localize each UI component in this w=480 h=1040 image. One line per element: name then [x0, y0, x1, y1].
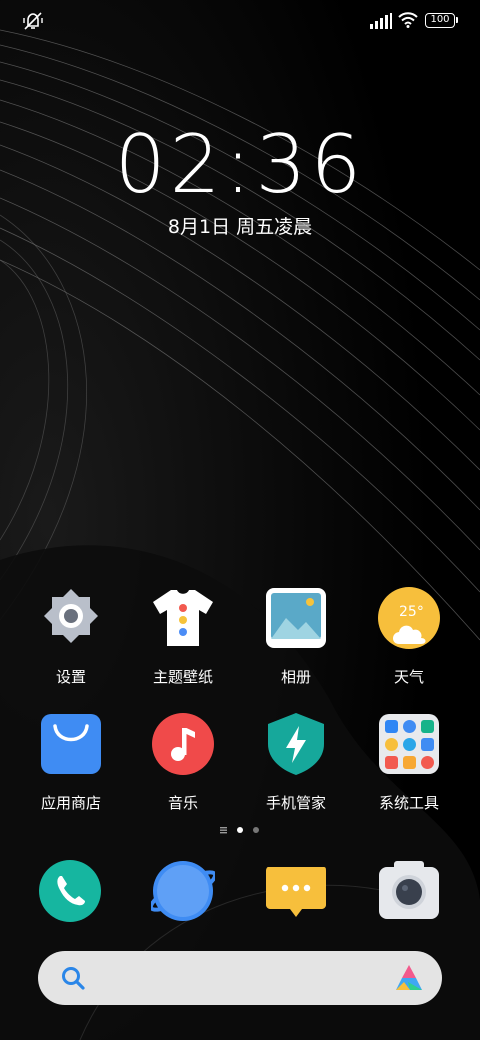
battery-indicator: 100 — [425, 13, 458, 28]
phone-icon[interactable] — [38, 859, 102, 923]
app-settings[interactable]: 设置 — [16, 586, 126, 687]
search-icon[interactable] — [60, 965, 86, 991]
mute-vibrate-icon — [23, 12, 43, 30]
clock[interactable]: 02:36 — [0, 118, 480, 211]
theme-icon — [153, 590, 213, 646]
app-folder-system-tools[interactable]: 系统工具 — [354, 712, 464, 813]
app-music[interactable]: 音乐 — [128, 712, 238, 813]
date-label: 8月1日 周五凌晨 — [167, 216, 313, 238]
security-icon — [268, 713, 324, 775]
app-label: 系统工具 — [378, 794, 439, 812]
app-theme[interactable]: 主题壁纸 — [128, 586, 238, 687]
settings-icon — [44, 589, 98, 643]
search-bar[interactable] — [38, 951, 442, 1005]
page-indicator-list-icon — [220, 827, 227, 834]
camera-icon[interactable] — [377, 859, 441, 923]
messages-icon[interactable] — [264, 859, 328, 923]
app-label: 手机管家 — [265, 794, 326, 812]
app-weather[interactable]: 25° 天气 — [354, 586, 464, 687]
app-label: 应用商店 — [40, 794, 101, 812]
app-label: 音乐 — [167, 794, 198, 812]
app-security[interactable]: 手机管家 — [241, 712, 351, 813]
browser-icon[interactable] — [151, 859, 215, 923]
folder-icon — [379, 714, 439, 774]
app-label: 天气 — [393, 668, 424, 686]
weather-icon: 25° — [378, 587, 440, 649]
gallery-icon — [266, 588, 326, 648]
status-bar: 100 — [0, 0, 480, 40]
wifi-icon — [398, 12, 418, 28]
app-gallery[interactable]: 相册 — [241, 586, 351, 687]
app-app-store[interactable]: 应用商店 — [16, 712, 126, 813]
app-label: 主题壁纸 — [152, 668, 213, 686]
weather-temp: 25° — [399, 604, 424, 620]
page-dot — [253, 827, 259, 833]
app-store-icon — [41, 714, 101, 774]
app-label: 设置 — [55, 668, 86, 686]
page-dot-active — [237, 827, 243, 833]
music-icon — [152, 713, 214, 775]
page-indicator[interactable] — [214, 824, 274, 836]
signal-icon — [370, 13, 392, 29]
assistant-icon[interactable] — [394, 964, 424, 992]
app-label: 相册 — [280, 668, 311, 686]
